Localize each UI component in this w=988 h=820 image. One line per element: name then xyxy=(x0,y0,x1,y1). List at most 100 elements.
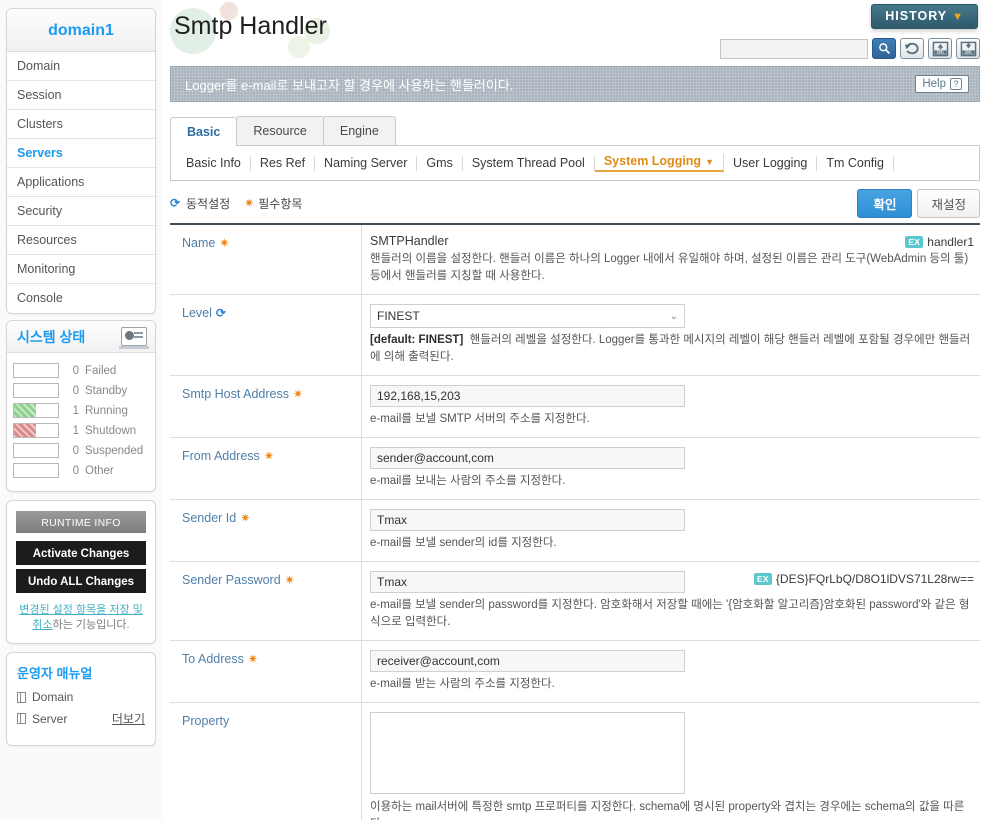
example-hint: EX handler1 xyxy=(905,235,974,249)
status-row: 1 Shutdown xyxy=(13,421,149,440)
settings-form-table: Name ✷ SMTPHandler 핸들러의 이름을 설정한다. 핸들러 이름은 하… xyxy=(170,223,980,820)
banner-text: Logger를 e-mail로 보내고자 할 경우에 사용하는 핸들러이다. xyxy=(185,77,514,93)
form-row-sender-id: Sender Id✷ e-mail를 보낼 sender의 id를 지정한다. xyxy=(170,500,980,562)
to-address-input[interactable] xyxy=(370,650,685,672)
manual-more-link[interactable]: 더보기 xyxy=(112,710,145,727)
manual-item-label: Domain xyxy=(32,690,74,704)
form-row-name: Name ✷ SMTPHandler 핸들러의 이름을 설정한다. 핸들러 이름은 하… xyxy=(170,225,980,295)
form-value-name: SMTPHandler 핸들러의 이름을 설정한다. 핸들러 이름은 하나의 Lo… xyxy=(362,225,980,294)
status-bar xyxy=(13,363,59,378)
status-label: Running xyxy=(85,404,128,417)
smtp-host-address-input[interactable] xyxy=(370,385,685,407)
level-select[interactable]: FINEST ⌄ xyxy=(370,304,685,328)
reset-button[interactable]: 재설정 xyxy=(917,188,980,218)
status-bar xyxy=(13,463,59,478)
form-help-body: e-mail를 보낼 sender의 password를 지정한다. 암호화해서… xyxy=(370,599,970,628)
status-row: 0 Suspended xyxy=(13,441,149,460)
search-input[interactable] xyxy=(720,38,868,59)
subtab-res-ref[interactable]: Res Ref xyxy=(251,155,316,171)
status-row: 0 Failed xyxy=(13,361,149,380)
form-help-body: e-mail를 보낼 sender의 id를 지정한다. xyxy=(370,537,557,549)
legend-required-label: 필수항목 xyxy=(258,196,303,211)
subtab-label: Tm Config xyxy=(826,155,885,170)
selected-value: FINEST xyxy=(377,309,420,323)
activate-changes-button[interactable]: Activate Changes xyxy=(16,541,146,565)
dynamic-refresh-icon: ⟳ xyxy=(170,196,181,210)
form-label-text: Property xyxy=(182,714,230,728)
subtab-system-logging[interactable]: System Logging ▼ xyxy=(594,154,724,172)
tab-resource[interactable]: Resource xyxy=(236,116,324,145)
undo-all-changes-button[interactable]: Undo ALL Changes xyxy=(16,569,146,593)
tab-basic[interactable]: Basic xyxy=(170,117,238,146)
history-button-label: HISTORY xyxy=(885,9,948,23)
sender-id-input[interactable] xyxy=(370,509,685,531)
form-value-level: FINEST ⌄ [default: FINEST] 핸들러의 레벨을 설정한다. … xyxy=(362,295,980,375)
sidebar-item-domain[interactable]: Domain xyxy=(7,52,155,81)
form-button-group: 확인 재설정 xyxy=(857,188,980,218)
status-row: 1 Running xyxy=(13,401,149,420)
subtab-gms[interactable]: Gms xyxy=(417,155,463,171)
sidebar-item-resources[interactable]: Resources xyxy=(7,226,155,255)
sidebar-item-session[interactable]: Session xyxy=(7,81,155,110)
property-textarea[interactable] xyxy=(370,712,685,794)
changes-note-rest: 하는 기능입니다. xyxy=(52,619,130,631)
help-button[interactable]: Help ? xyxy=(915,75,969,93)
subtab-user-logging[interactable]: User Logging xyxy=(724,155,818,171)
svg-text:XML: XML xyxy=(964,50,973,55)
subtab-label: Gms xyxy=(426,155,453,170)
manual-item-server[interactable]: Server 더보기 xyxy=(17,710,145,727)
subtab-basic-info[interactable]: Basic Info xyxy=(177,155,251,171)
form-help-text: e-mail를 보낼 sender의 password를 지정한다. 암호화해서… xyxy=(370,597,972,631)
example-value: handler1 xyxy=(927,235,974,249)
form-label-text: Level xyxy=(182,306,212,320)
form-row-property: Property 이용하는 mail서버에 특정한 smtp 프로퍼티를 지정한다… xyxy=(170,703,980,820)
history-button[interactable]: HISTORY ▼ xyxy=(871,4,978,29)
sidebar-item-clusters[interactable]: Clusters xyxy=(7,110,155,139)
form-value-smtp-host-address: e-mail를 보낼 SMTP 서버의 주소를 지정한다. xyxy=(362,376,980,437)
question-mark-icon: ? xyxy=(950,78,962,90)
monitor-chart-icon[interactable] xyxy=(119,327,149,349)
form-value-to-address: e-mail를 받는 사람의 주소를 지정한다. xyxy=(362,641,980,702)
from-address-input[interactable] xyxy=(370,447,685,469)
form-label-text: Smtp Host Address xyxy=(182,387,289,401)
form-help-body: e-mail를 받는 사람의 주소를 지정한다. xyxy=(370,678,555,690)
required-asterisk-icon: ✷ xyxy=(247,652,258,666)
search-icon[interactable] xyxy=(872,38,896,59)
sidebar-item-console[interactable]: Console xyxy=(7,284,155,313)
form-row-to-address: To Address✷ e-mail를 받는 사람의 주소를 지정한다. xyxy=(170,641,980,703)
status-label: Standby xyxy=(85,384,128,397)
example-badge: EX xyxy=(753,573,772,585)
status-row: 0 Other xyxy=(13,461,149,480)
subtab-naming-server[interactable]: Naming Server xyxy=(315,155,418,171)
xml-upload-icon[interactable]: XML xyxy=(928,38,952,59)
sidebar-item-servers[interactable]: Servers xyxy=(7,139,155,168)
confirm-button[interactable]: 확인 xyxy=(857,188,913,218)
tab-engine[interactable]: Engine xyxy=(322,116,396,145)
form-label-to-address: To Address ✷ xyxy=(170,641,362,702)
runtime-info-button[interactable]: RUNTIME INFO xyxy=(16,511,146,533)
actions-card: RUNTIME INFO Activate Changes Undo ALL C… xyxy=(6,500,156,644)
manual-item-domain[interactable]: Domain xyxy=(17,690,145,704)
refresh-icon[interactable] xyxy=(900,38,924,59)
legend-dynamic: ⟳ 동적설정 xyxy=(170,195,230,212)
sidebar-item-applications[interactable]: Applications xyxy=(7,168,155,197)
subtab-system-thread-pool[interactable]: System Thread Pool xyxy=(463,155,595,171)
status-bar xyxy=(13,383,59,398)
xml-download-icon[interactable]: XML xyxy=(956,38,980,59)
book-icon xyxy=(17,691,26,703)
form-label-sender-id: Sender Id ✷ xyxy=(170,500,362,561)
subtab-bar: Basic Info Res Ref Naming Server Gms System … xyxy=(170,146,980,181)
sender-password-input[interactable] xyxy=(370,571,685,593)
form-value-sender-id: e-mail를 보낼 sender의 id를 지정한다. xyxy=(362,500,980,561)
page-title: Smtp Handler xyxy=(174,12,327,40)
status-row: 0 Standby xyxy=(13,381,149,400)
sidebar-item-monitoring[interactable]: Monitoring xyxy=(7,255,155,284)
form-row-level: Level ⟳ FINEST ⌄ [default: FINEST] 핸들러의 레벨을 … xyxy=(170,295,980,376)
changes-note: 변경된 설정 항목을 저장 및 취소하는 기능입니다. xyxy=(16,603,146,633)
subtab-tm-config[interactable]: Tm Config xyxy=(817,155,895,171)
sidebar-item-security[interactable]: Security xyxy=(7,197,155,226)
form-help-body: e-mail를 보내는 사람의 주소를 지정한다. xyxy=(370,475,566,487)
form-label-from-address: From Address ✷ xyxy=(170,438,362,499)
required-asterisk-icon: ✷ xyxy=(244,196,255,210)
subtab-label: System Thread Pool xyxy=(471,155,585,170)
